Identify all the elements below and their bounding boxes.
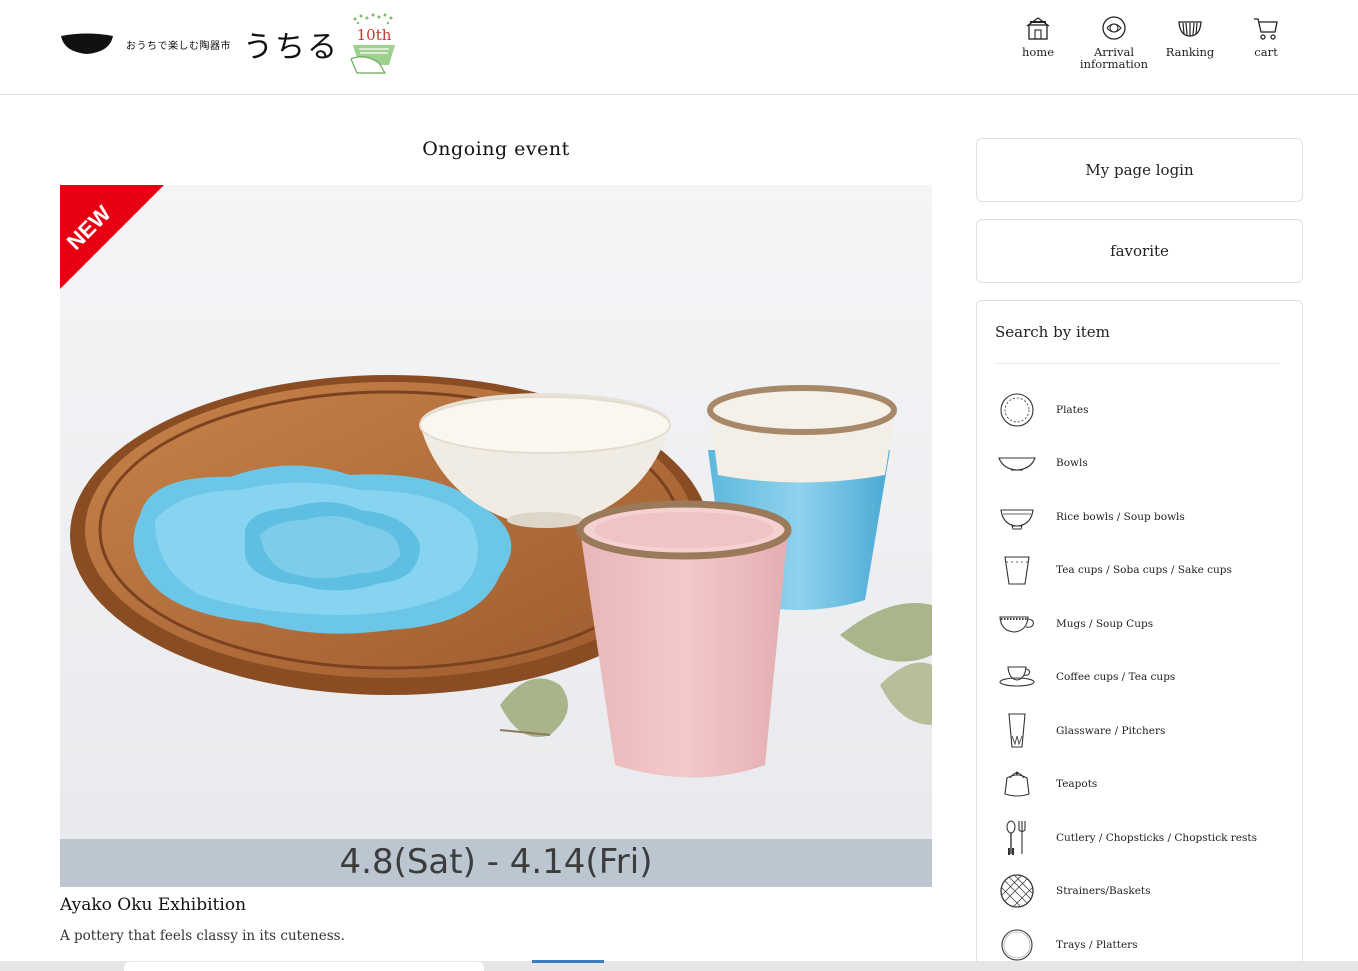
category-rice-bowls[interactable]: Rice bowls / Soup bowls [995, 490, 1285, 544]
new-ribbon: NEW [60, 185, 164, 289]
category-label: Tea cups / Soba cups / Sake cups [1056, 564, 1232, 577]
category-label: Coffee cups / Tea cups [1056, 671, 1176, 684]
section-title: Ongoing event [422, 138, 570, 160]
anniversary-label: 10th [357, 26, 392, 44]
category-coffee-cups[interactable]: Coffee cups / Tea cups [995, 651, 1285, 705]
category-label: Rice bowls / Soup bowls [1056, 510, 1185, 523]
plate-icon [1000, 393, 1034, 427]
event-banner-image[interactable] [60, 185, 932, 839]
search-by-item-panel: Search by item Plates Bowls Rice bowls /… [976, 300, 1303, 971]
category-plates[interactable]: Plates [995, 383, 1285, 437]
nav-cart-label: cart [1254, 45, 1278, 59]
arrival-icon [1102, 16, 1126, 40]
my-page-login-button[interactable]: My page login [976, 138, 1303, 202]
tea-cup-icon [1004, 556, 1030, 585]
bottom-pill [124, 962, 484, 971]
pottery-photo [60, 185, 932, 839]
site-logo[interactable]: おうちで楽しむ陶器市 うちる 10th [60, 12, 403, 76]
tray-icon [1001, 929, 1033, 961]
category-label: Glassware / Pitchers [1056, 724, 1166, 737]
search-by-item-title: Search by item [995, 323, 1110, 341]
bowl-logo-icon [61, 33, 113, 54]
nav-cart[interactable]: cart [1228, 14, 1304, 70]
category-label: Cutlery / Chopsticks / Chopstick rests [1056, 831, 1258, 844]
home-icon [1026, 17, 1050, 40]
event-date-range: 4.8(Sat) - 4.14(Fri) [60, 839, 932, 887]
category-label: Bowls [1056, 457, 1088, 470]
glass-icon [1008, 713, 1026, 748]
category-cutlery[interactable]: Cutlery / Chopsticks / Chopstick rests [995, 811, 1285, 865]
cart-icon [1254, 18, 1278, 40]
category-glassware[interactable]: Glassware / Pitchers [995, 704, 1285, 758]
ranking-icon [1178, 21, 1202, 37]
bowl-icon [998, 457, 1036, 471]
category-label: Trays / Platters [1056, 938, 1138, 951]
brand-name: うちる [243, 30, 339, 65]
nav-arrival-label: Arrival information [1079, 45, 1149, 71]
category-strainers[interactable]: Strainers/Baskets [995, 865, 1285, 919]
nav-home-label: home [1021, 45, 1055, 59]
event-description: A pottery that feels classy in its cuten… [60, 928, 345, 944]
category-label: Teapots [1056, 778, 1098, 791]
category-mugs[interactable]: Mugs / Soup Cups [995, 597, 1285, 651]
nav-arrival[interactable]: Arrival information [1076, 14, 1152, 70]
category-label: Plates [1056, 403, 1089, 416]
category-tea-cups[interactable]: Tea cups / Soba cups / Sake cups [995, 544, 1285, 598]
category-teapots[interactable]: Teapots [995, 758, 1285, 812]
mug-icon [999, 616, 1034, 633]
nav-ranking[interactable]: Ranking [1152, 14, 1228, 70]
teapot-icon [1004, 771, 1030, 797]
rice-bowl-icon [1000, 509, 1034, 530]
category-label: Mugs / Soup Cups [1056, 617, 1154, 630]
category-label: Strainers/Baskets [1056, 885, 1151, 898]
favorite-button[interactable]: favorite [976, 219, 1303, 283]
category-bowls[interactable]: Bowls [995, 437, 1285, 491]
bottom-accent-bar [532, 960, 604, 963]
basket-icon [1000, 874, 1034, 908]
coffee-cup-icon [999, 666, 1035, 687]
anniversary-badge: 10th [350, 13, 395, 74]
divider [995, 363, 1280, 364]
nav-ranking-label: Ranking [1165, 45, 1215, 59]
site-header: おうちで楽しむ陶器市 うちる 10th home Arrival informa… [0, 0, 1358, 95]
event-name-link[interactable]: Ayako Oku Exhibition [60, 895, 246, 915]
brand-tagline: おうちで楽しむ陶器市 [126, 40, 231, 52]
nav-home[interactable]: home [1000, 14, 1076, 70]
category-list: Plates Bowls Rice bowls / Soup bowls Tea… [995, 383, 1285, 971]
main-nav: home Arrival information Ranking cart [1000, 14, 1304, 70]
cutlery-icon [1006, 820, 1026, 855]
